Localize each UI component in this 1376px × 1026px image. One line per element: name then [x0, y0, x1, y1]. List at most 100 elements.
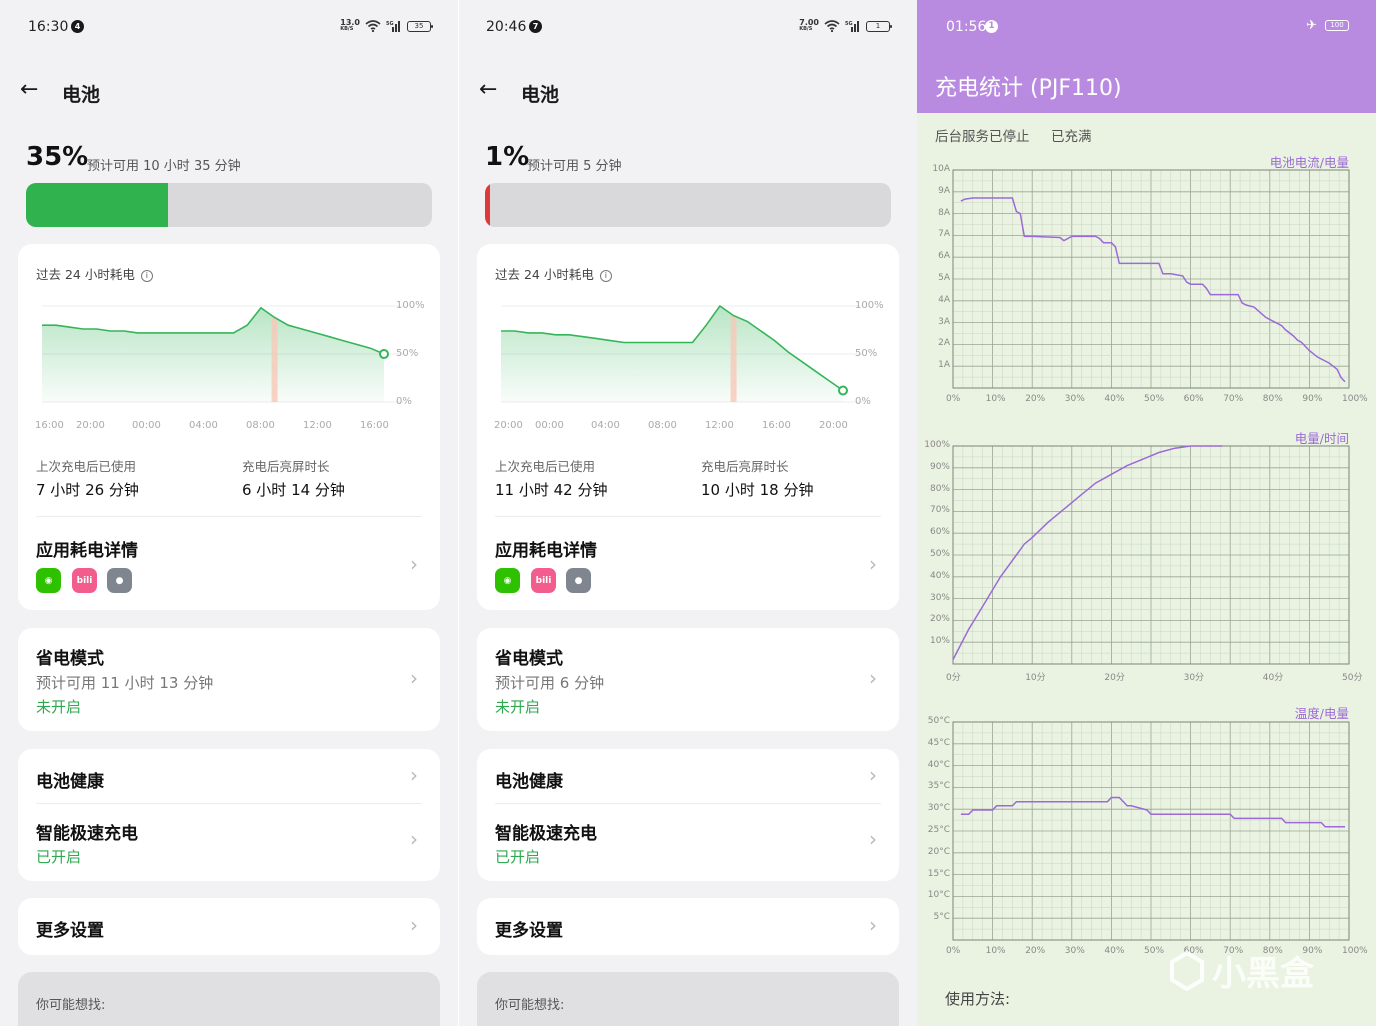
battery-percent: 35%	[26, 142, 89, 172]
status-icons: 13.0 KB/S 5G 35	[340, 19, 433, 33]
more-settings-card[interactable]: 更多设置 ›	[477, 898, 899, 955]
wechat-icon: ◉	[36, 568, 61, 593]
app-header: 01:56 1 ✈ 100 充电统计 (PJF110)	[917, 0, 1376, 113]
screen-on-label: 充电后亮屏时长	[701, 459, 789, 474]
health-card: 电池健康 › 智能极速充电 已开启 ›	[18, 749, 440, 881]
page-title: 电池	[521, 84, 560, 106]
temperature-vs-level-chart: 0% 10% 20% 30% 40% 50% 60% 70% 80% 90% 100% 50°C 45°…	[917, 712, 1376, 962]
camera-icon: ●	[566, 568, 591, 593]
back-arrow-icon[interactable]: ←	[479, 79, 497, 101]
phone-battery-screen-2: 20:46 7 7.00 KB/S 5G 1 ← 电池 1% 预计可用 5 分钟…	[459, 0, 917, 1026]
charge-status: 已充满	[1051, 129, 1092, 145]
current-level-point	[838, 385, 848, 396]
x-tick-label: 40%	[1104, 946, 1125, 956]
x-axis-label: 04:00	[591, 420, 620, 431]
y-tick-label: 70%	[929, 505, 950, 516]
y-tick-label: 4A	[938, 294, 950, 305]
airplane-icon: ✈	[1306, 18, 1317, 33]
battery-level-bar	[26, 183, 432, 227]
y-tick-label: 50°C	[927, 716, 950, 726]
more-settings-card[interactable]: 更多设置 ›	[18, 898, 440, 955]
y-tick-label: 30%	[929, 592, 950, 603]
notification-badge: 4	[71, 20, 84, 33]
usage-chart	[501, 304, 863, 403]
x-tick-label: 90%	[1302, 394, 1323, 404]
x-tick-label: 20分	[1104, 673, 1125, 683]
y-tick-label: 7A	[938, 229, 950, 240]
x-tick-label: 30%	[1064, 394, 1085, 404]
charging-marker	[730, 315, 737, 402]
x-axis-label: 00:00	[535, 420, 564, 431]
bilibili-icon: bili	[72, 568, 97, 593]
chevron-right-icon: ›	[869, 913, 877, 937]
notification-badge: 1	[985, 20, 998, 33]
x-axis-label: 08:00	[246, 420, 275, 431]
y-tick-label: 40%	[929, 570, 950, 581]
chevron-right-icon: ›	[410, 913, 418, 937]
screen-on-label: 充电后亮屏时长	[242, 459, 330, 474]
power-save-estimate: 预计可用 6 分钟	[495, 674, 605, 692]
y-tick-label: 5°C	[933, 912, 950, 923]
y-tick-label: 10%	[929, 636, 950, 647]
battery-estimate: 预计可用 5 分钟	[527, 159, 622, 174]
x-tick-label: 70%	[1223, 394, 1244, 404]
x-tick-label: 30分	[1183, 673, 1205, 683]
x-tick-label: 20%	[1025, 946, 1046, 956]
x-axis-label: 20:00	[494, 420, 523, 431]
suggestion-label: 你可能想找:	[36, 998, 106, 1013]
hexagon-logo-icon	[1170, 950, 1204, 991]
y-tick-label: 35°C	[927, 781, 950, 792]
x-tick-label: 60%	[1183, 394, 1204, 404]
divider	[495, 516, 881, 517]
power-save-card[interactable]: 省电模式 预计可用 6 分钟 未开启 ›	[477, 628, 899, 731]
wifi-icon	[824, 20, 840, 32]
battery-percent: 1%	[485, 142, 530, 172]
wechat-icon: ◉	[495, 568, 520, 593]
x-tick-label: 100%	[1342, 946, 1368, 956]
series-line	[960, 796, 1345, 828]
back-arrow-icon[interactable]: ←	[20, 79, 38, 101]
y-axis-label: 50%	[396, 348, 419, 359]
chevron-right-icon: ›	[869, 827, 877, 851]
chevron-right-icon: ›	[410, 763, 418, 787]
signal-icon: 5G	[845, 21, 859, 32]
x-tick-label: 0%	[946, 946, 961, 956]
y-tick-label: 9A	[938, 185, 950, 196]
chart-svg	[952, 721, 1350, 941]
net-speed: 7.00	[799, 18, 819, 27]
power-save-card[interactable]: 省电模式 预计可用 11 小时 13 分钟 未开启 ›	[18, 628, 440, 731]
y-tick-label: 90%	[929, 461, 950, 472]
power-save-title: 省电模式	[495, 649, 563, 669]
y-axis-label: 100%	[855, 300, 884, 311]
x-tick-label: 50%	[1144, 394, 1165, 404]
battery-health-title: 电池健康	[495, 772, 563, 792]
charging-stats-screen: 01:56 1 ✈ 100 充电统计 (PJF110) 后台服务已停止 已充满 …	[917, 0, 1376, 1026]
battery-status-icon: 100	[1325, 20, 1349, 31]
y-tick-label: 5A	[938, 273, 950, 283]
y-axis-label: 50%	[855, 348, 878, 359]
fast-charge-title: 智能极速充电	[36, 824, 138, 844]
divider	[36, 803, 422, 804]
info-icon[interactable]: i	[140, 270, 153, 282]
charging-marker	[271, 317, 278, 402]
x-tick-label: 10%	[985, 394, 1006, 404]
x-tick-label: 10%	[985, 946, 1006, 956]
app-icons: ◉ bili ●	[495, 568, 595, 594]
usage-card: 过去 24 小时耗电 i 100% 50% 0% 16:00 20:00 00:0…	[18, 244, 440, 610]
y-tick-label: 10°C	[927, 890, 950, 901]
series-line	[952, 445, 1223, 660]
status-icons: 7.00 KB/S 5G 1	[799, 18, 892, 33]
info-icon[interactable]: i	[599, 270, 612, 282]
x-axis-label: 16:00	[762, 420, 791, 431]
y-tick-label: 20°C	[927, 846, 950, 857]
svg-text:5G: 5G	[386, 21, 394, 27]
net-unit: KB/S	[340, 26, 354, 32]
usage-instructions-label: 使用方法:	[945, 990, 1011, 1008]
watermark-text: 小黑盒	[1212, 954, 1314, 994]
x-tick-label: 30%	[1064, 946, 1085, 956]
y-tick-label: 40°C	[927, 759, 950, 770]
y-axis-label: 100%	[396, 300, 425, 311]
y-tick-label: 2A	[938, 338, 950, 349]
y-tick-label: 6A	[938, 251, 950, 262]
x-axis-label: 08:00	[648, 420, 677, 431]
